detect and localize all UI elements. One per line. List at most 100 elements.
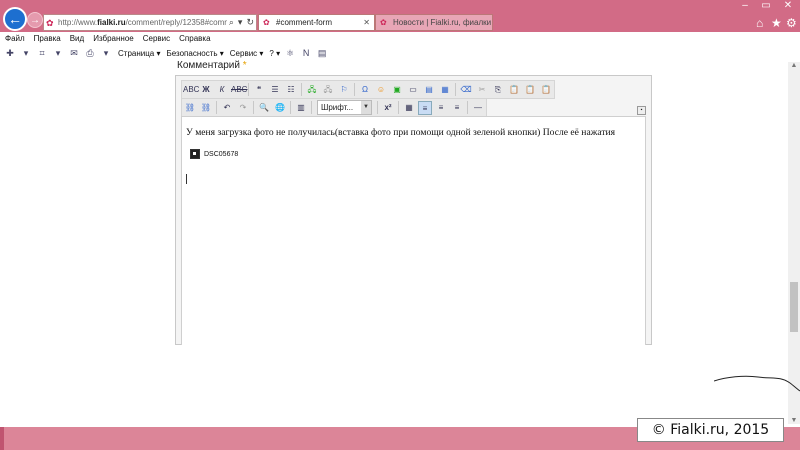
rss-feed-icon[interactable]: ⌗ xyxy=(36,47,48,59)
menu-file[interactable]: Файл xyxy=(0,32,29,44)
scroll-down-icon[interactable]: ▼ xyxy=(788,417,800,424)
preview-button[interactable]: 🔍 xyxy=(257,101,271,115)
research-icon[interactable]: ⚛ xyxy=(284,47,296,59)
chevron-down-icon[interactable]: ▼ xyxy=(361,101,371,114)
blockquote-button[interactable]: ❝ xyxy=(252,83,266,97)
cut-button[interactable]: ✂ xyxy=(475,83,489,97)
broken-image-icon xyxy=(190,149,200,159)
font-select[interactable]: Шрифт... ▼ xyxy=(317,100,372,115)
horizontal-rule-button[interactable]: ▭ xyxy=(406,83,420,97)
collapse-toolbar-button[interactable]: ▪ xyxy=(637,106,646,115)
attached-image[interactable]: DSC05678 xyxy=(190,149,238,159)
find-button[interactable]: ⛓ xyxy=(183,101,197,115)
forward-button[interactable]: → xyxy=(27,12,43,28)
close-window-icon[interactable]: ✕ xyxy=(777,0,799,12)
command-bar: ✚ ▾ ⌗ ▾ ✉ ⎙ ▾ Страница ▾ Безопасность ▾ … xyxy=(0,45,800,61)
superscript-button[interactable]: x² xyxy=(381,101,395,115)
numbered-list-button[interactable]: ☷ xyxy=(284,83,298,97)
dropdown-icon[interactable]: ▾ xyxy=(52,47,64,59)
rich-text-editor: ABC Ж К ABC ❝ ☰ ☷ 🖧 🖧 ⚐ Ω ☺ ▣ ▭ ▤ ▦ ⌫ ✂ … xyxy=(175,75,652,345)
link-button[interactable]: 🖧 xyxy=(305,83,319,97)
maximize-icon[interactable]: ▭ xyxy=(755,0,777,12)
tab-comment-form[interactable]: ✿ #comment-form ✕ xyxy=(258,14,375,31)
help-menu-button[interactable]: ? ▾ xyxy=(269,49,280,58)
font-select-value: Шрифт... xyxy=(321,103,354,112)
toolbar-separator xyxy=(248,83,249,96)
url-path: /comment/reply/12358#comment xyxy=(125,18,227,27)
smiley-button[interactable]: ☺ xyxy=(374,83,388,97)
browser-titlebar: ← → ✿ http://www.fialki.ru/comment/reply… xyxy=(0,0,800,32)
paste-button[interactable]: 📋 xyxy=(507,83,521,97)
editor-content-area[interactable]: У меня загрузка фото не получилась(встав… xyxy=(181,116,646,345)
source-button[interactable]: 🌐 xyxy=(273,101,287,115)
redo-button[interactable]: ↷ xyxy=(236,101,250,115)
hand-drawn-line xyxy=(714,375,800,392)
add-favorite-icon[interactable]: ✚ xyxy=(4,47,16,59)
minimize-icon[interactable]: – xyxy=(734,0,756,12)
service-menu-button[interactable]: Сервис ▾ xyxy=(230,49,264,58)
address-url[interactable]: http://www.fialki.ru/comment/reply/12358… xyxy=(58,18,227,27)
toolbar-separator xyxy=(398,101,399,114)
mail-icon[interactable]: ✉ xyxy=(68,47,80,59)
attachment-name: DSC05678 xyxy=(204,150,239,158)
menu-edit[interactable]: Правка xyxy=(29,32,65,44)
bulleted-list-button[interactable]: ☰ xyxy=(268,83,282,97)
dropdown-icon[interactable]: ▾ xyxy=(100,47,112,59)
comment-text: У меня загрузка фото не получилась(встав… xyxy=(186,127,616,138)
toolbar-separator xyxy=(216,101,217,114)
menu-tools[interactable]: Сервис xyxy=(138,32,174,44)
home-icon[interactable]: ⌂ xyxy=(756,16,763,30)
paste-word-button[interactable]: 📋 xyxy=(539,83,553,97)
page-menu-button[interactable]: Страница ▾ xyxy=(118,49,161,58)
security-menu-button[interactable]: Безопасность ▾ xyxy=(167,49,224,58)
page-scrollbar[interactable]: ▲ ▼ xyxy=(788,62,800,424)
arrow-left-icon: ← xyxy=(8,11,22,27)
toolbar-separator xyxy=(377,101,378,114)
print-icon[interactable]: ⎙ xyxy=(84,47,96,59)
editor-toolbar-row-2: ⛓ ⛓ ↶ ↷ 🔍 🌐 ▥ Шрифт... ▼ x² ▦ ≡ ≡ ≡ — xyxy=(181,98,487,117)
italic-button[interactable]: К xyxy=(215,83,229,97)
close-tab-icon[interactable]: ✕ xyxy=(363,18,370,27)
align-center-button[interactable]: ≡ xyxy=(434,101,448,115)
refresh-icon[interactable]: ↻ xyxy=(244,17,256,28)
menu-view[interactable]: Вид xyxy=(65,32,88,44)
menu-help[interactable]: Справка xyxy=(174,32,214,44)
table-button[interactable]: ▦ xyxy=(438,83,452,97)
taskbar-edge xyxy=(0,427,4,450)
tab-news[interactable]: ✿ Новости | Fialki.ru, фиалки (с... xyxy=(375,14,493,31)
undo-button[interactable]: ↶ xyxy=(220,101,234,115)
copy-button[interactable]: ⎘ xyxy=(491,83,505,97)
settings-gear-icon[interactable]: ⚙ xyxy=(786,16,797,30)
address-bar[interactable]: ✿ http://www.fialki.ru/comment/reply/123… xyxy=(43,14,257,31)
dropdown-icon[interactable]: ▾ xyxy=(20,47,32,59)
search-icon[interactable]: ⌕ xyxy=(227,17,236,28)
show-blocks-button[interactable]: ▥ xyxy=(294,101,308,115)
unlink-button[interactable]: 🖧 xyxy=(321,83,335,97)
toolbar-separator xyxy=(290,101,291,114)
replace-button[interactable]: ⛓ xyxy=(199,101,213,115)
insert-image-button[interactable]: ▣ xyxy=(390,83,404,97)
favorites-icon[interactable]: ★ xyxy=(771,16,782,30)
text-caret xyxy=(186,174,187,184)
media-button[interactable]: ▤ xyxy=(422,83,436,97)
scrollbar-thumb[interactable] xyxy=(790,282,798,332)
remove-format-button[interactable]: ⌫ xyxy=(459,83,473,97)
bold-button[interactable]: Ж xyxy=(199,83,213,97)
address-dropdown-icon[interactable]: ▾ xyxy=(236,17,245,28)
paste-text-button[interactable]: 📋 xyxy=(523,83,537,97)
back-button[interactable]: ← xyxy=(3,7,27,31)
special-char-button[interactable]: Ω xyxy=(358,83,372,97)
notes-icon[interactable]: ▤ xyxy=(316,47,328,59)
strikethrough-button[interactable]: ABC xyxy=(231,83,247,97)
onenote-icon[interactable]: N xyxy=(300,47,312,59)
anchor-button[interactable]: ⚐ xyxy=(337,83,351,97)
site-favicon-icon: ✿ xyxy=(263,18,270,27)
align-left-button[interactable]: ≡ xyxy=(418,100,432,115)
menu-favorites[interactable]: Избранное xyxy=(88,32,138,44)
page-break-button[interactable]: — xyxy=(471,101,485,115)
table-props-button[interactable]: ▦ xyxy=(402,101,416,115)
arrow-right-icon: → xyxy=(30,14,40,26)
scroll-up-icon[interactable]: ▲ xyxy=(788,62,800,69)
align-right-button[interactable]: ≡ xyxy=(450,101,464,115)
spellcheck-button[interactable]: ABC xyxy=(183,83,199,97)
